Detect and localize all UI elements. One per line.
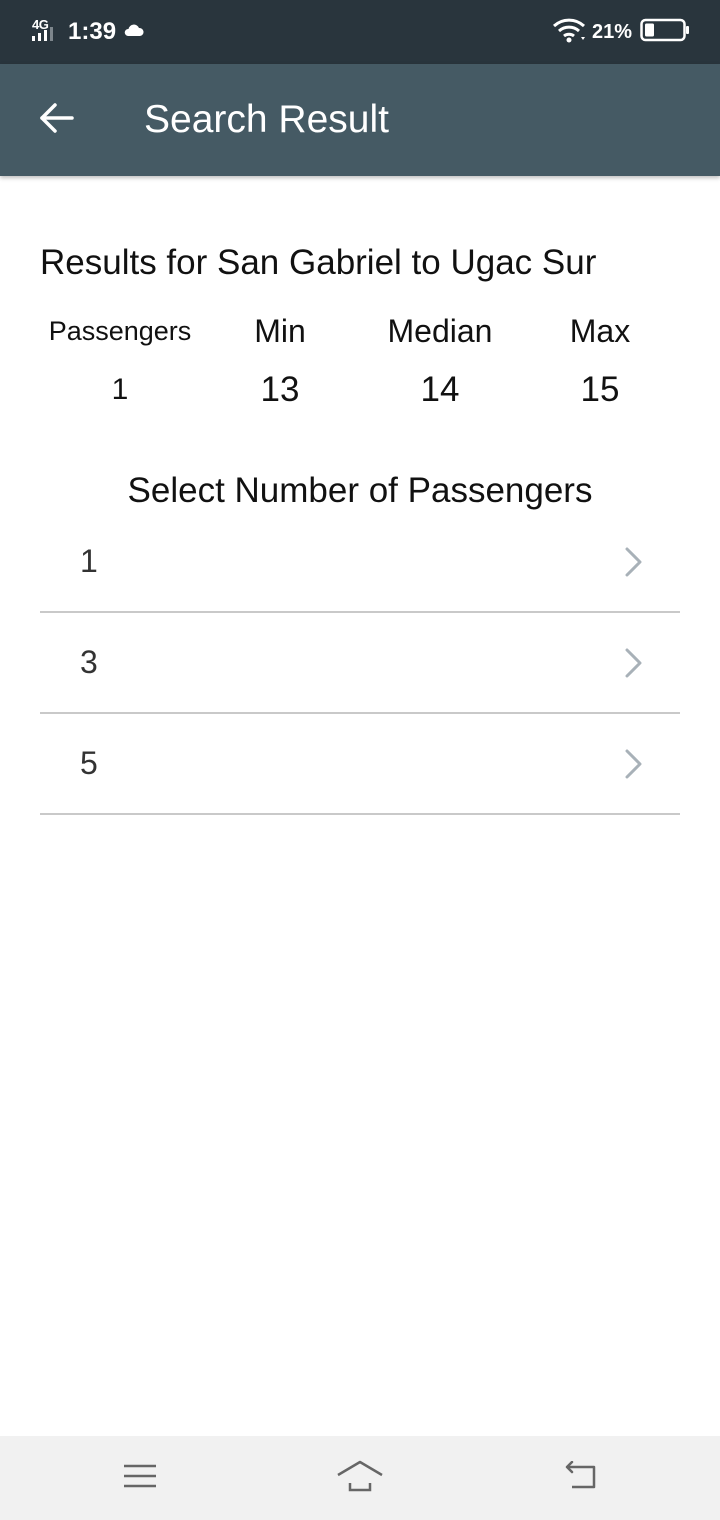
home-icon	[335, 1459, 385, 1498]
passenger-options-list: 1 3 5	[40, 512, 680, 815]
home-button[interactable]	[330, 1458, 390, 1498]
stats-value-row: 1 13 14 15	[40, 368, 680, 412]
results-heading: Results for San Gabriel to Ugac Sur	[40, 243, 597, 282]
list-item-label: 1	[80, 543, 98, 579]
chevron-right-icon	[624, 546, 644, 578]
column-header-max: Max	[569, 313, 631, 349]
status-right: 21%	[552, 15, 690, 49]
cloud-icon	[124, 23, 144, 42]
passenger-option-5[interactable]: 5	[40, 714, 680, 815]
passenger-option-3[interactable]: 3	[40, 613, 680, 714]
battery-percent: 21%	[591, 20, 632, 43]
value-passengers: 1	[111, 373, 129, 406]
system-back-button[interactable]	[550, 1458, 610, 1498]
value-max: 15	[580, 370, 620, 409]
signal-icon: 4G	[30, 17, 62, 47]
wifi-icon	[552, 17, 586, 48]
column-header-min: Min	[254, 313, 306, 349]
arrow-left-icon	[38, 102, 74, 139]
chevron-right-icon	[624, 748, 644, 780]
page-title: Search Result	[144, 98, 389, 141]
status-bar: 4G 1:39 21%	[0, 0, 720, 64]
battery-icon	[640, 18, 690, 47]
back-icon	[560, 1460, 600, 1496]
fare-stats-table: Passengers Min Median Max 1 13 14 15	[40, 308, 680, 412]
menu-icon	[122, 1462, 158, 1495]
status-left: 4G 1:39	[30, 15, 144, 49]
system-nav-bar	[0, 1436, 720, 1520]
list-item-label: 5	[80, 745, 98, 781]
select-passengers-heading: Select Number of Passengers	[127, 471, 593, 510]
list-item-label: 3	[80, 644, 98, 680]
passenger-option-1[interactable]: 1	[40, 512, 680, 613]
column-header-median: Median	[387, 313, 493, 349]
value-min: 13	[260, 370, 300, 409]
stats-header-row: Passengers Min Median Max	[40, 308, 680, 354]
column-header-passengers: Passengers	[48, 316, 192, 346]
back-button[interactable]	[28, 94, 84, 146]
chevron-right-icon	[624, 647, 644, 679]
app-bar: Search Result	[0, 64, 720, 176]
status-time: 1:39	[68, 18, 117, 45]
menu-button[interactable]	[110, 1458, 170, 1498]
value-median: 14	[420, 370, 460, 409]
